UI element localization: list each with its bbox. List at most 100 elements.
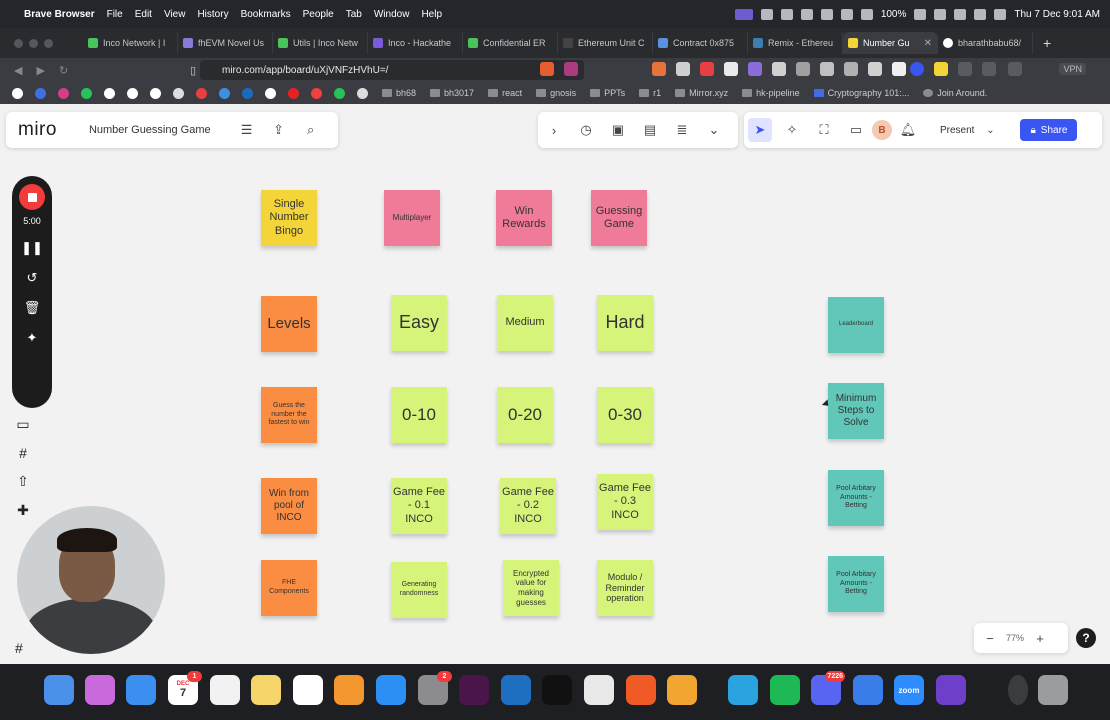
wifi-icon[interactable] — [934, 8, 947, 20]
bookmark-folder[interactable]: hk-pipeline — [742, 88, 800, 98]
sticky-note[interactable]: Leaderboard — [828, 297, 884, 353]
bookmark-icon[interactable] — [35, 87, 46, 99]
pages-icon[interactable] — [334, 675, 364, 705]
sticky-note[interactable]: Encrypted value for making guesses — [503, 560, 559, 616]
miro-board-canvas[interactable]: miro Number Guessing Game ☰ ⇪ ⌕ › ◷ ▣ ▤ … — [0, 104, 1110, 664]
focus-icon[interactable]: ⛶ — [812, 118, 836, 142]
bookmark-link[interactable]: Cryptography 101:... — [813, 88, 909, 98]
pause-icon[interactable]: ❚❚ — [21, 240, 43, 256]
bookmark-folder[interactable]: bh3017 — [430, 88, 474, 98]
minimize-window-button[interactable] — [29, 38, 38, 48]
mail-icon[interactable] — [126, 675, 156, 705]
menu-people[interactable]: People — [303, 9, 334, 20]
bookmark-page-icon[interactable]: ▯ — [190, 64, 196, 77]
help-button[interactable]: ? — [1076, 628, 1096, 648]
bookmark-icon[interactable] — [173, 87, 184, 99]
menu-edit[interactable]: Edit — [135, 9, 152, 20]
chevron-down-icon[interactable]: ⌄ — [978, 118, 1002, 142]
sticky-note[interactable]: Medium — [497, 295, 553, 351]
sticky-note[interactable]: Win Rewards — [496, 190, 552, 246]
extension-icon[interactable] — [982, 62, 996, 76]
back-icon[interactable]: ◀ — [14, 64, 22, 77]
extension-icon[interactable] — [868, 62, 882, 76]
brave-icon[interactable] — [626, 675, 656, 705]
spotify-icon[interactable] — [770, 675, 800, 705]
status-app-icon[interactable] — [780, 8, 793, 20]
chrome-icon[interactable] — [584, 675, 614, 705]
zoom-app-icon[interactable]: zoom — [894, 675, 924, 705]
youtube-icon[interactable] — [288, 87, 299, 99]
sticky-note[interactable]: Guessing Game — [591, 190, 647, 246]
notion-icon[interactable] — [150, 87, 161, 99]
brave-shield-icon[interactable] — [540, 62, 554, 76]
extension-icon[interactable] — [772, 62, 786, 76]
forward-icon[interactable]: ▶ — [36, 64, 44, 77]
sticky-note[interactable]: 0-30 — [597, 387, 653, 443]
status-app-icon[interactable] — [800, 8, 813, 20]
browser-tab[interactable]: Contract 0x875 — [653, 32, 748, 54]
stop-recording-button[interactable] — [19, 184, 45, 210]
frames-icon[interactable]: ▤ — [638, 118, 662, 142]
avatar[interactable]: B — [872, 120, 892, 140]
bookmark-icon[interactable] — [196, 87, 207, 99]
terminal-icon[interactable] — [542, 675, 572, 705]
search-icon[interactable] — [954, 8, 967, 20]
sticky-note[interactable]: Win from pool of INCO — [261, 478, 317, 534]
sticky-note[interactable]: Hard — [597, 295, 653, 351]
present-button[interactable]: Present — [940, 125, 974, 136]
bookmark-folder[interactable]: PPTs — [590, 88, 625, 98]
moon-icon[interactable] — [840, 8, 853, 20]
browser-tab[interactable]: Confidential ER — [463, 32, 558, 54]
extension-icon[interactable] — [748, 62, 762, 76]
close-window-button[interactable] — [14, 38, 23, 48]
menu-tab[interactable]: Tab — [346, 9, 362, 20]
export-icon[interactable]: ⇪ — [267, 118, 291, 142]
board-name[interactable]: Number Guessing Game — [81, 124, 219, 136]
add-tool-icon[interactable]: ✚ — [17, 502, 29, 519]
menu-app-name[interactable]: Brave Browser — [24, 9, 95, 20]
browser-tab[interactable]: Remix - Ethereu — [748, 32, 843, 54]
bookmark-folder[interactable]: bh68 — [382, 88, 416, 98]
browser-tab[interactable]: fhEVM Novel Us — [178, 32, 273, 54]
screen-record-icon[interactable] — [734, 8, 753, 20]
downloads-icon[interactable] — [1008, 675, 1028, 705]
sticky-note[interactable]: Multiplayer — [384, 190, 440, 246]
calendar-icon[interactable]: DEC 7 1 — [168, 671, 202, 705]
notes-icon[interactable] — [251, 675, 281, 705]
status-app-icon[interactable] — [760, 8, 773, 20]
discord-icon[interactable]: 7226 — [811, 671, 845, 705]
menu-bookmarks[interactable]: Bookmarks — [241, 9, 291, 20]
notes-icon[interactable]: ≣ — [670, 118, 694, 142]
zoom-out-icon[interactable]: − — [978, 626, 1002, 650]
reload-icon[interactable]: ↻ — [59, 64, 68, 77]
preview-icon[interactable] — [853, 675, 883, 705]
app-store-icon[interactable] — [376, 675, 406, 705]
menu-help[interactable]: Help — [421, 9, 442, 20]
browser-tab[interactable]: Ethereum Unit C — [558, 32, 653, 54]
extension-icon[interactable] — [796, 62, 810, 76]
vpn-button[interactable]: VPN — [1059, 63, 1086, 75]
frames-panel-icon[interactable]: # — [15, 640, 23, 656]
frame-tool-icon[interactable]: # — [19, 445, 27, 461]
menu-icon[interactable]: ☰ — [235, 118, 259, 142]
bookmark-icon[interactable] — [311, 87, 322, 99]
menu-file[interactable]: File — [107, 9, 123, 20]
extension-icon[interactable] — [910, 62, 924, 76]
webcam-bubble[interactable] — [17, 506, 165, 654]
browser-tab[interactable]: Inco - Hackathe — [368, 32, 463, 54]
comment-icon[interactable]: ▭ — [844, 118, 868, 142]
bookmark-icon[interactable] — [357, 87, 368, 99]
extension-icon[interactable] — [652, 62, 666, 76]
effects-icon[interactable]: ✦ — [27, 330, 38, 346]
extension-icon[interactable] — [934, 62, 948, 76]
miro-logo[interactable]: miro — [18, 119, 57, 141]
menu-window[interactable]: Window — [374, 9, 410, 20]
sticky-note[interactable]: Generating randomness — [391, 562, 447, 618]
maximize-window-button[interactable] — [44, 38, 53, 48]
sticky-note[interactable]: Game Fee - 0.1 INCO — [391, 478, 447, 534]
bookmark-status-icon[interactable] — [820, 8, 833, 20]
bookmark-icon[interactable] — [219, 87, 230, 99]
chevron-down-icon[interactable]: ⌄ — [702, 118, 726, 142]
freeform-icon[interactable] — [293, 675, 323, 705]
trash-icon[interactable] — [1038, 675, 1068, 705]
